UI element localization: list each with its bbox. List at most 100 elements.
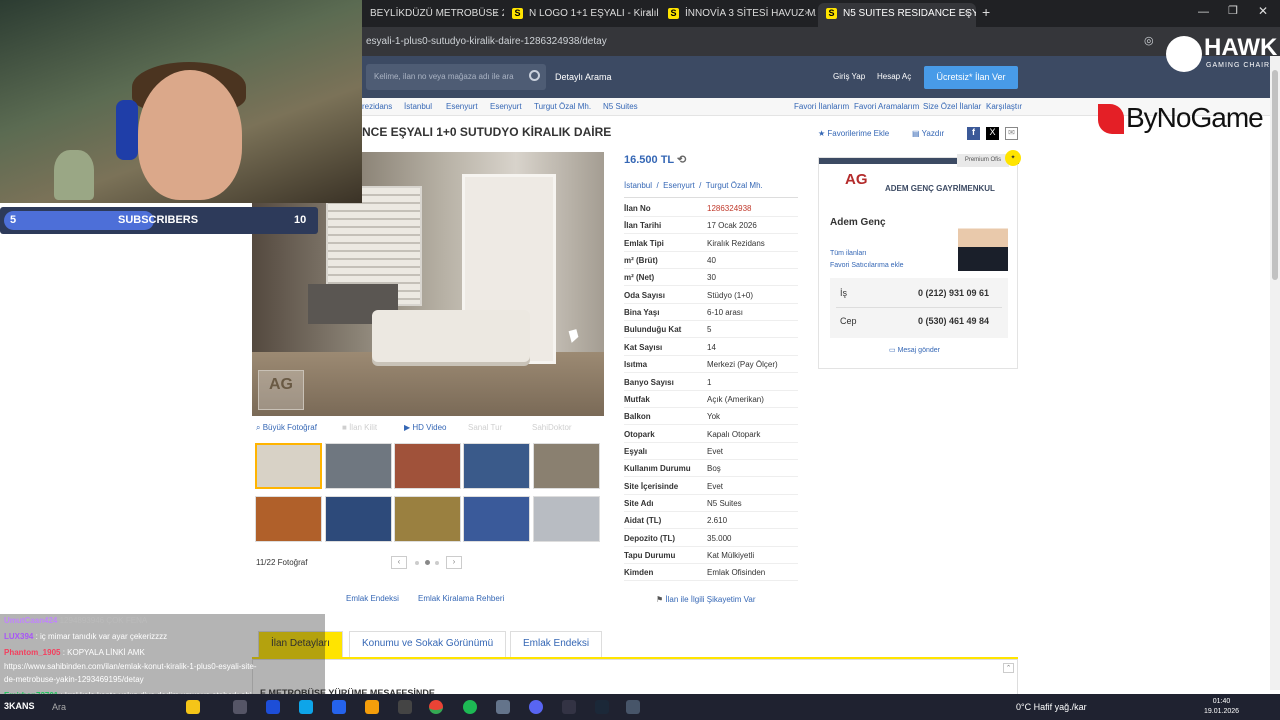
search-input[interactable]: Kelime, ilan no veya mağaza adı ile ara bbox=[366, 64, 546, 90]
photo-thumbnail[interactable] bbox=[325, 496, 392, 542]
detailed-search-link[interactable]: Detaylı Arama bbox=[555, 72, 612, 82]
login-link[interactable]: Giriş Yap bbox=[833, 72, 865, 81]
compare-link[interactable]: Karşılaştır bbox=[986, 102, 1022, 111]
weather-widget[interactable]: 0°C Hafif yağ./kar bbox=[1016, 702, 1087, 712]
hd-video-tab[interactable]: ▶ HD Video bbox=[404, 423, 446, 432]
tab-label: İNNOVİA 3 SİTESİ HAVUZ MAN bbox=[685, 8, 816, 19]
taskbar-app-icon[interactable] bbox=[398, 700, 412, 714]
close-tab-icon[interactable]: × bbox=[646, 3, 652, 25]
phone-number[interactable]: 0 (212) 931 09 61 bbox=[918, 288, 989, 298]
facebook-share-icon[interactable]: f bbox=[967, 127, 980, 140]
browser-tab[interactable]: S İNNOVİA 3 SİTESİ HAVUZ MAN × bbox=[660, 3, 816, 27]
close-window-icon[interactable]: ✕ bbox=[1258, 4, 1268, 18]
breadcrumb-item[interactable]: Esenyurt bbox=[446, 102, 478, 111]
taskbar-app-icon[interactable] bbox=[186, 700, 200, 714]
detail-value: 1286324938 bbox=[707, 204, 752, 213]
minimize-icon[interactable]: — bbox=[1198, 6, 1209, 18]
close-tab-icon[interactable]: × bbox=[964, 3, 970, 25]
rental-guide-link[interactable]: Emlak Kiralama Rehberi bbox=[418, 594, 504, 603]
eye-off-icon[interactable]: ◎ bbox=[1144, 34, 1154, 47]
photo-thumbnail-selected[interactable] bbox=[255, 443, 322, 489]
breadcrumb-item[interactable]: İstanbul bbox=[404, 102, 432, 111]
photo-thumbnail[interactable] bbox=[255, 496, 322, 542]
browser-tab[interactable]: S N LOGO 1+1 EŞYALI - Kiralık Da× bbox=[504, 3, 658, 27]
detail-value: 5 bbox=[707, 325, 712, 335]
page-scrollbar[interactable] bbox=[1270, 56, 1280, 690]
tab-emlak-endeksi[interactable]: Emlak Endeksi bbox=[510, 631, 603, 657]
detail-key: Site Adı bbox=[624, 498, 654, 508]
location-city[interactable]: İstanbul bbox=[624, 181, 652, 190]
photo-thumbnail[interactable] bbox=[325, 443, 392, 489]
streamer-face bbox=[138, 70, 242, 200]
taskbar-search[interactable]: Ara bbox=[52, 702, 66, 712]
breadcrumb-item[interactable]: Turgut Özal Mh. bbox=[534, 102, 591, 111]
discord-icon[interactable] bbox=[529, 700, 543, 714]
browser-tab-active[interactable]: S N5 SUITES RESIDANCE EŞYALI× bbox=[818, 3, 976, 27]
favorite-listings-link[interactable]: Favori İlanlarım bbox=[794, 102, 849, 111]
print-label: Yazdır bbox=[921, 129, 945, 138]
agency-logo[interactable]: AG bbox=[845, 171, 879, 201]
new-tab-icon[interactable]: + bbox=[982, 4, 990, 20]
outlook-icon[interactable] bbox=[332, 700, 346, 714]
browser-tab[interactable]: BEYLİKDÜZÜ METROBÜSE 20 M× bbox=[362, 3, 504, 27]
price-history-icon[interactable]: ⟲ bbox=[677, 154, 686, 166]
photo-thumbnail[interactable] bbox=[394, 443, 461, 489]
site-header: Kelime, ilan no veya mağaza adı ile ara … bbox=[362, 56, 1280, 98]
breadcrumb-item[interactable]: rezidans bbox=[362, 102, 392, 111]
url-text[interactable]: esyali-1-plus0-sutudyo-kiralik-daire-128… bbox=[366, 36, 607, 47]
file-explorer-icon[interactable] bbox=[365, 700, 379, 714]
hawk-sponsor-logo: HAWK GAMING CHAIR bbox=[1166, 34, 1278, 74]
photo-thumbnail[interactable] bbox=[463, 496, 530, 542]
chat-message: Phantom_1905 : KOPYALA LİNKİ AMK bbox=[4, 648, 145, 657]
x-share-icon[interactable]: X bbox=[986, 127, 999, 140]
phone-number[interactable]: 0 (530) 461 49 84 bbox=[918, 316, 989, 326]
photo-thumbnail[interactable] bbox=[533, 496, 600, 542]
send-message-link[interactable]: ▭ Mesaj gönder bbox=[889, 346, 940, 354]
search-icon[interactable] bbox=[529, 70, 540, 81]
photo-thumbnail[interactable] bbox=[533, 443, 600, 489]
edge-icon[interactable] bbox=[299, 700, 313, 714]
complaint-link[interactable]: ⚑ İlan ile İlgili Şikayetim Var bbox=[656, 595, 756, 604]
print-link[interactable]: ▤ Yazdır bbox=[912, 129, 944, 138]
tab-location[interactable]: Konumu ve Sokak Görünümü bbox=[349, 631, 507, 657]
photo-thumbnail[interactable] bbox=[394, 496, 461, 542]
detail-row: Tapu Durumu Kat Mülkiyetli bbox=[624, 547, 798, 564]
restore-icon[interactable]: ❐ bbox=[1228, 4, 1238, 17]
all-ads-link[interactable]: Tüm ilanları bbox=[830, 250, 867, 257]
phone-label: Cep bbox=[840, 316, 857, 326]
premium-badge: Premium Ofis bbox=[957, 154, 1009, 167]
emlak-endeksi-link[interactable]: Emlak Endeksi bbox=[346, 594, 399, 603]
free-listing-button[interactable]: Ücretsiz* İlan Ver bbox=[924, 66, 1018, 89]
photo-thumbnail[interactable] bbox=[463, 443, 530, 489]
add-favorites-link[interactable]: ★ Favorilerime Ekle bbox=[818, 129, 889, 138]
location-neighborhood[interactable]: Turgut Özal Mh. bbox=[706, 181, 763, 190]
calculator-icon[interactable] bbox=[626, 700, 640, 714]
task-view-icon[interactable] bbox=[233, 700, 247, 714]
next-photo-button[interactable]: › bbox=[446, 556, 462, 569]
spotify-icon[interactable] bbox=[463, 700, 477, 714]
close-tab-icon[interactable]: × bbox=[804, 3, 810, 25]
taskbar-app-icon[interactable] bbox=[496, 700, 510, 714]
detail-value: 30 bbox=[707, 273, 716, 283]
register-link[interactable]: Hesap Aç bbox=[877, 72, 911, 81]
prev-photo-button[interactable]: ‹ bbox=[391, 556, 407, 569]
chrome-icon[interactable] bbox=[429, 700, 443, 714]
steam-icon[interactable] bbox=[595, 700, 609, 714]
big-photo-tab[interactable]: ⌕ Büyük Fotoğraf bbox=[256, 423, 317, 433]
mouse-cursor-icon bbox=[568, 329, 580, 343]
agency-name[interactable]: ADEM GENÇ GAYRİMENKUL bbox=[885, 184, 995, 193]
detail-value: 1 bbox=[707, 377, 712, 387]
close-tab-icon[interactable]: × bbox=[492, 3, 498, 25]
clock[interactable]: 01:40 19.01.2026 bbox=[1204, 697, 1239, 717]
favorite-seller-link[interactable]: Favori Satıcılarıma ekle bbox=[830, 262, 904, 269]
hd-video-label: HD Video bbox=[412, 423, 447, 432]
collapse-icon[interactable]: ⌃ bbox=[1003, 663, 1014, 673]
obs-icon[interactable] bbox=[562, 700, 576, 714]
mail-share-icon[interactable]: ✉ bbox=[1005, 127, 1018, 140]
location-district[interactable]: Esenyurt bbox=[663, 181, 695, 190]
special-listings-link[interactable]: Size Özel İlanlar bbox=[923, 102, 981, 111]
favorite-searches-link[interactable]: Favori Aramalarım bbox=[854, 102, 919, 111]
breadcrumb-item[interactable]: Esenyurt bbox=[490, 102, 522, 111]
taskbar-app-icon[interactable] bbox=[266, 700, 280, 714]
breadcrumb-item[interactable]: N5 Suites bbox=[603, 102, 638, 111]
